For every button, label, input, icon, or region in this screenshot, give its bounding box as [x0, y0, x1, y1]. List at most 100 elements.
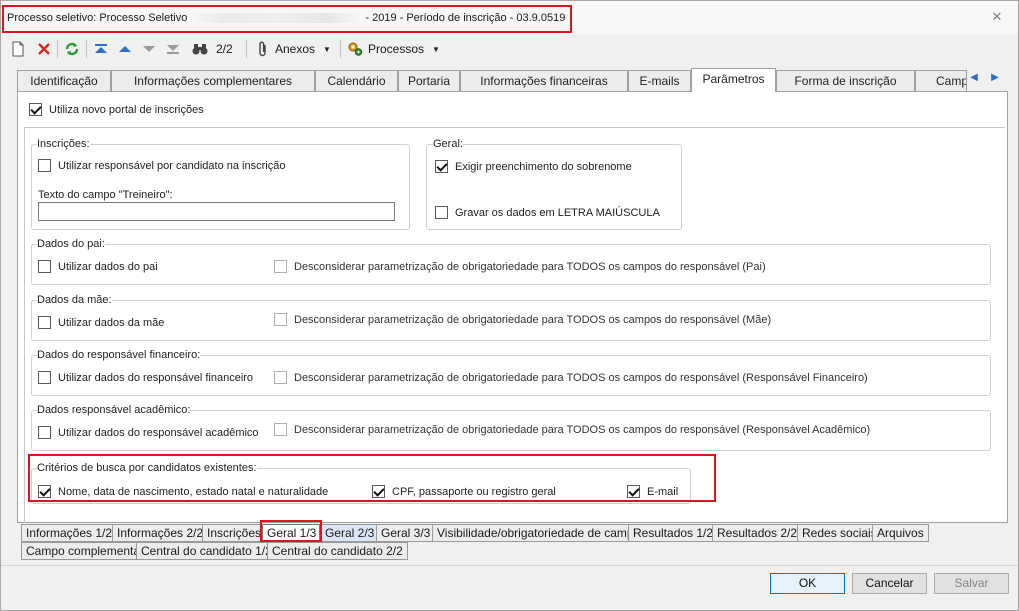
treineiro-label: Texto do campo "Treineiro":	[38, 189, 173, 201]
cancel-button[interactable]: Cancelar	[852, 573, 927, 594]
novo-portal-label: Utiliza novo portal de inscrições	[49, 103, 204, 116]
checkbox-box[interactable]	[274, 260, 287, 273]
responsavel-candidato-checkbox[interactable]: Utilizar responsável por candidato na in…	[38, 159, 285, 172]
geral-tab-annotation-box	[260, 520, 322, 542]
mae-group-title: Dados da mãe:	[37, 294, 112, 306]
chevron-down-icon: ▼	[432, 44, 440, 54]
desconsiderar-pai-label: Desconsiderar parametrização de obrigato…	[294, 260, 766, 273]
geral-group-title: Geral:	[433, 138, 463, 150]
treineiro-input[interactable]	[38, 202, 395, 221]
subtab-informacoes-1[interactable]: Informações 1/2	[21, 524, 118, 542]
tab-calendario[interactable]: Calendário	[315, 70, 398, 91]
close-icon[interactable]: ✕	[990, 10, 1004, 24]
checkbox-box[interactable]	[38, 159, 51, 172]
subtab-redes-sociais[interactable]: Redes sociais	[797, 524, 882, 542]
utilizar-academico-checkbox[interactable]: Utilizar dados do responsável acadêmico	[38, 426, 259, 439]
desconsiderar-mae-checkbox[interactable]: Desconsiderar parametrização de obrigato…	[274, 313, 771, 326]
novo-portal-checkbox[interactable]: Utiliza novo portal de inscrições	[29, 103, 204, 116]
tab-identificacao[interactable]: Identificação	[17, 70, 111, 91]
anexos-label: Anexos	[275, 42, 316, 56]
utilizar-financeiro-checkbox[interactable]: Utilizar dados do responsável financeiro	[38, 371, 253, 384]
checkbox-box[interactable]	[29, 103, 42, 116]
checkbox-box[interactable]	[38, 426, 51, 439]
maiuscula-label: Gravar os dados em LETRA MAIÚSCULA	[455, 206, 660, 219]
previous-record-icon[interactable]	[118, 39, 132, 59]
paperclip-icon	[259, 41, 266, 57]
utilizar-mae-label: Utilizar dados da mãe	[58, 316, 165, 329]
utilizar-financeiro-label: Utilizar dados do responsável financeiro	[58, 371, 254, 384]
financeiro-group-title: Dados do responsável financeiro:	[37, 349, 201, 361]
tab-scroll-arrows: ◀ ▶	[965, 69, 1007, 89]
subtab-informacoes-2[interactable]: Informações 2/2	[112, 524, 209, 542]
new-document-icon[interactable]	[11, 39, 25, 59]
desconsiderar-academico-label: Desconsiderar parametrização de obrigato…	[294, 423, 871, 436]
checkbox-box[interactable]	[38, 316, 51, 329]
subtab-visibilidade[interactable]: Visibilidade/obrigatoriedade de campos	[432, 524, 652, 542]
utilizar-pai-checkbox[interactable]: Utilizar dados do pai	[38, 260, 158, 273]
toolbar-separator	[86, 40, 87, 58]
checkbox-box[interactable]	[274, 313, 287, 326]
toolbar-separator	[340, 40, 341, 58]
next-record-icon[interactable]	[142, 39, 156, 59]
delete-icon[interactable]	[37, 39, 51, 59]
processos-label: Processos	[368, 42, 425, 56]
inscricoes-group-title: Inscrições:	[37, 138, 90, 150]
title-annotation-box	[2, 5, 572, 33]
desconsiderar-financeiro-label: Desconsiderar parametrização de obrigato…	[294, 371, 868, 384]
save-button[interactable]: Salvar	[934, 573, 1009, 594]
tab-parametros[interactable]: Parâmetros	[691, 68, 776, 92]
subtab-arquivos[interactable]: Arquivos	[872, 524, 929, 542]
checkbox-box[interactable]	[38, 371, 51, 384]
tab-informacoes-complementares[interactable]: Informações complementares	[111, 70, 315, 91]
tab-scroll-left-icon[interactable]: ◀	[965, 69, 983, 87]
desconsiderar-mae-label: Desconsiderar parametrização de obrigato…	[294, 313, 772, 326]
subtab-resultados-1[interactable]: Resultados 1/2	[628, 524, 719, 542]
tab-campos-truncated[interactable]: Camp	[915, 70, 967, 91]
subtab-geral-3[interactable]: Geral 3/3	[376, 524, 436, 542]
tab-emails[interactable]: E-mails	[628, 70, 691, 91]
maiuscula-checkbox[interactable]: Gravar os dados em LETRA MAIÚSCULA	[435, 206, 660, 219]
subtab-campo-complementar[interactable]: Campo complementar	[21, 542, 150, 560]
processos-button[interactable]: Processos ▼	[347, 39, 440, 59]
first-record-icon[interactable]	[94, 39, 108, 59]
checkbox-box[interactable]	[435, 206, 448, 219]
subtab-resultados-2[interactable]: Resultados 2/2	[712, 524, 803, 542]
subtab-central-1[interactable]: Central do candidato 1/2	[136, 542, 277, 560]
gears-icon	[348, 42, 363, 56]
footer-divider	[1, 565, 1018, 566]
refresh-icon[interactable]	[64, 39, 80, 59]
desconsiderar-academico-checkbox[interactable]: Desconsiderar parametrização de obrigato…	[274, 423, 870, 436]
checkbox-box[interactable]	[38, 260, 51, 273]
dialog-window: Processo seletivo: Processo Seletivo - 20…	[0, 0, 1019, 611]
criterios-annotation-box	[28, 454, 716, 502]
anexos-button[interactable]: Anexos ▼	[257, 39, 331, 59]
desconsiderar-financeiro-checkbox[interactable]: Desconsiderar parametrização de obrigato…	[274, 371, 868, 384]
tab-portaria[interactable]: Portaria	[398, 70, 460, 91]
sobrenome-label: Exigir preenchimento do sobrenome	[455, 160, 632, 173]
utilizar-pai-label: Utilizar dados do pai	[58, 260, 158, 273]
tab-forma-de-inscricao[interactable]: Forma de inscrição	[776, 70, 915, 91]
toolbar-separator	[246, 40, 247, 58]
academico-group-title: Dados responsável acadêmico:	[37, 404, 191, 416]
toolbar-separator	[57, 40, 58, 58]
subtab-inscricoes[interactable]: Inscrições	[202, 524, 267, 542]
responsavel-candidato-label: Utilizar responsável por candidato na in…	[58, 159, 286, 172]
toolbar: 2/2 Anexos ▼ Processos ▼	[1, 36, 1018, 62]
ok-button[interactable]: OK	[770, 573, 845, 594]
tab-scroll-right-icon[interactable]: ▶	[986, 69, 1004, 87]
desconsiderar-pai-checkbox[interactable]: Desconsiderar parametrização de obrigato…	[274, 260, 766, 273]
checkbox-box[interactable]	[274, 371, 287, 384]
last-record-icon[interactable]	[166, 39, 180, 59]
checkbox-box[interactable]	[435, 160, 448, 173]
pai-group-title: Dados do pai:	[37, 238, 105, 250]
top-tab-strip: Identificação Informações complementares…	[17, 68, 1007, 92]
subtab-geral-2[interactable]: Geral 2/3	[320, 524, 380, 542]
chevron-down-icon: ▼	[323, 44, 331, 54]
checkbox-box[interactable]	[274, 423, 287, 436]
tab-informacoes-financeiras[interactable]: Informações financeiras	[460, 70, 628, 91]
binoculars-icon[interactable]	[192, 39, 208, 59]
utilizar-mae-checkbox[interactable]: Utilizar dados da mãe	[38, 316, 164, 329]
subtab-central-2[interactable]: Central do candidato 2/2	[267, 542, 408, 560]
sobrenome-checkbox[interactable]: Exigir preenchimento do sobrenome	[435, 160, 632, 173]
utilizar-academico-label: Utilizar dados do responsável acadêmico	[58, 426, 259, 439]
